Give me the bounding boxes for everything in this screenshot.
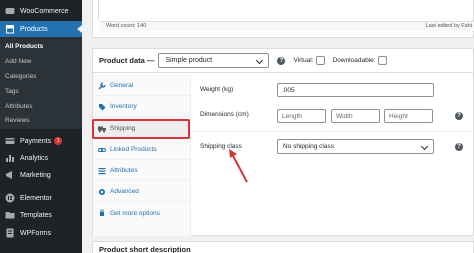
dimensions-label: Dimensions (cm) [200,111,249,118]
tab-general[interactable]: General [93,76,191,96]
submenu-add-new[interactable]: Add New [5,58,31,65]
sidebar-item-label: Elementor [20,194,52,202]
product-data-tabs: General Inventory Shipping Linked Produc… [93,74,191,236]
help-icon[interactable]: ? [455,143,463,151]
help-icon[interactable]: ? [455,112,463,120]
word-count: Word count: 140 [106,23,147,29]
virtual-label: Virtual: [293,57,314,64]
product-data-title: Product data — [99,56,155,65]
tab-inventory[interactable]: Inventory [93,97,191,117]
elementor-icon [5,193,15,203]
tab-label: General [110,82,134,89]
sidebar-item-label: WooCommerce [20,7,69,15]
tab-label: Get more options [110,209,160,217]
virtual-checkbox[interactable] [315,56,325,65]
sidebar-item-analytics[interactable]: Analytics [0,150,82,166]
help-icon[interactable]: ? [277,56,286,65]
tab-attributes[interactable]: Attributes [93,161,191,181]
weight-value: .005 [282,86,295,94]
sidebar-item-marketing[interactable]: Marketing [0,167,82,183]
shipping-class-label: Shipping class [200,143,242,150]
shipping-class-select[interactable]: No shipping class [277,139,434,154]
last-edited: Last edited by Fahi [425,23,472,29]
submenu-all-products[interactable]: All Products [5,43,43,50]
tab-label: Inventory [110,103,137,110]
megaphone-icon [5,170,15,180]
tab-get-more-options[interactable]: Get more options [93,203,191,223]
shipping-class-value: No shipping class [283,143,334,150]
list-icon [98,167,106,175]
sidebar-item-label: WPForms [20,229,52,237]
product-data-header: Product data — Simple product ? Virtual:… [93,49,473,73]
chevron-down-icon [420,142,429,151]
submenu-reviews[interactable]: Reviews [5,117,30,124]
products-submenu: All Products Add New Categories Tags Att… [0,37,82,129]
notification-badge: 1 [54,137,63,145]
folder-icon [5,210,15,220]
tab-advanced[interactable]: Advanced [93,182,191,202]
gear-icon [98,188,106,196]
height-input[interactable]: Height [384,109,433,123]
sidebar-item-woocommerce[interactable]: WooCommerce [0,3,82,19]
tab-linked-products[interactable]: Linked Products [93,140,191,160]
tab-label: Linked Products [110,146,157,153]
form-icon [5,228,15,238]
sidebar-item-label: Analytics [20,154,49,162]
height-placeholder: Height [389,112,408,120]
product-type-value: Simple product [165,57,213,64]
length-input[interactable]: Length [277,109,326,123]
tab-label: Advanced [110,188,139,195]
woocommerce-icon [5,6,15,16]
width-input[interactable]: Width [331,109,380,123]
admin-sidebar: WooCommerce Products All Products Add Ne… [0,0,82,253]
shipping-tab-highlight [92,119,190,139]
chart-bar-icon [5,153,15,163]
field-separator [193,131,473,132]
sidebar-item-wpforms[interactable]: WPForms [0,225,82,241]
sidebar-item-label: Products [20,25,48,33]
short-description-box: Product short description [92,241,474,253]
product-type-select[interactable]: Simple product [158,53,270,68]
sidebar-item-label: Payments [20,137,52,145]
sidebar-item-payments[interactable]: Payments 1 [0,133,82,149]
sidebar-item-elementor[interactable]: Elementor [0,190,82,206]
tab-label: Attributes [110,167,138,174]
submenu-tags[interactable]: Tags [5,88,19,95]
archive-icon [5,24,15,34]
wrench-icon [98,81,106,90]
submenu-categories[interactable]: Categories [5,73,36,80]
chevron-down-icon [256,56,264,65]
length-placeholder: Length [282,112,302,120]
editor-status-bar: Word count: 140 Last edited by Fahi [100,21,474,31]
link-icon [98,146,106,154]
content-editor-area[interactable] [98,0,474,20]
downloadable-checkbox[interactable] [377,56,387,65]
plugin-icon [98,209,106,217]
sidebar-item-label: Marketing [20,171,51,179]
weight-input[interactable]: .005 [277,83,434,97]
short-description-title: Product short description [99,245,191,253]
weight-label: Weight (kg) [200,86,234,93]
payments-icon [5,136,15,146]
submenu-attributes[interactable]: Attributes [5,103,32,110]
downloadable-label: Downloadable: [332,57,376,64]
sidebar-item-products[interactable]: Products [0,21,82,37]
tag-icon [98,103,106,111]
width-placeholder: Width [336,112,353,120]
sidebar-item-templates[interactable]: Templates [0,207,82,223]
sidebar-item-label: Templates [20,211,52,219]
